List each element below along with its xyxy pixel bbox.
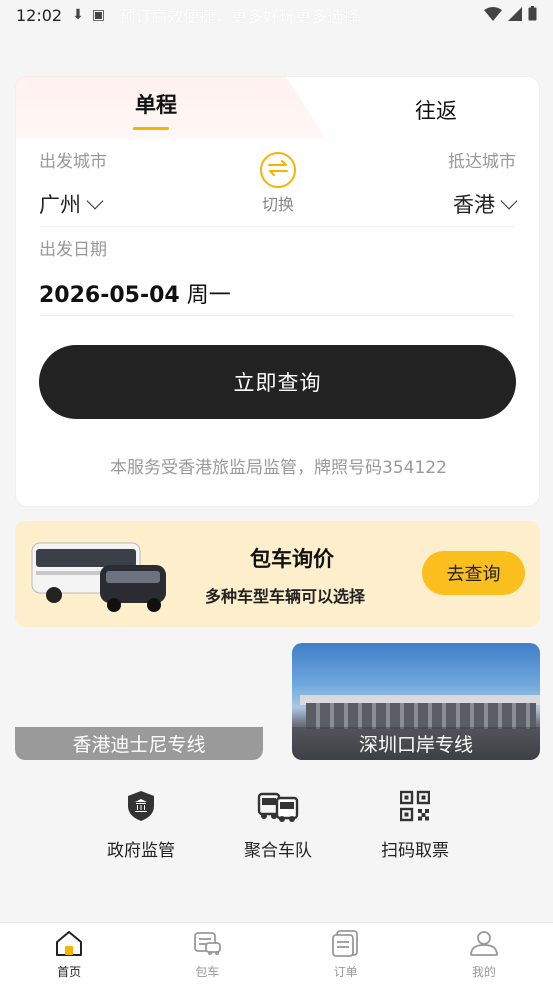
search-button[interactable]: 立即查询 xyxy=(39,345,516,419)
arrival-city-label: 抵达城市 xyxy=(448,152,516,172)
route-label: 深圳口岸专线 xyxy=(292,727,540,760)
departure-date-field[interactable]: 2026-05-04 周一 xyxy=(39,277,231,309)
bottom-nav: 首页 包车 订单 我的 xyxy=(0,922,553,984)
departure-city-value: 广州 xyxy=(39,193,81,217)
divider xyxy=(40,315,514,316)
nav-label: 我的 xyxy=(471,965,496,979)
arrival-city-select[interactable]: 香港 xyxy=(453,189,518,219)
chevron-down-icon xyxy=(500,192,518,210)
status-marquee: 预订高效便捷，更多好玩更多选择 xyxy=(119,7,360,26)
feature-label: 聚合车队 xyxy=(244,841,312,861)
charter-banner[interactable]: 包车询价 多种车型车辆可以选择 去查询 xyxy=(15,521,540,627)
departure-city-select[interactable]: 广州 xyxy=(39,189,104,219)
bus-illustration xyxy=(30,535,170,613)
nav-profile[interactable]: 我的 xyxy=(415,923,553,984)
nav-orders[interactable]: 订单 xyxy=(277,923,415,984)
booking-card: 单程 往返 出发城市 抵达城市 广州 香港 切换 出发日期 2026-05-04… xyxy=(15,76,540,507)
charter-inquire-button[interactable]: 去查询 xyxy=(422,551,525,595)
route-tile-shenzhen[interactable]: 深圳口岸专线 xyxy=(292,643,540,760)
car-icon xyxy=(192,929,222,961)
charter-title: 包车询价 xyxy=(250,547,334,571)
nav-label: 首页 xyxy=(57,965,82,979)
profile-icon xyxy=(469,929,499,961)
battery-icon xyxy=(528,5,537,25)
arrival-city-value: 香港 xyxy=(453,193,495,217)
nav-label: 订单 xyxy=(333,965,358,979)
feature-label: 政府监管 xyxy=(107,841,175,861)
order-icon xyxy=(331,929,361,961)
status-bar: 12:02 ⬇ ▣ 预订高效便捷，更多好玩更多选择 xyxy=(0,0,553,30)
home-icon xyxy=(54,929,84,961)
departure-city-label: 出发城市 xyxy=(39,152,107,172)
swap-label: 切换 xyxy=(261,195,294,214)
qr-code-icon xyxy=(399,790,431,826)
charter-subtitle: 多种车型车辆可以选择 xyxy=(205,587,366,606)
route-label: 香港迪士尼专线 xyxy=(15,727,263,760)
wifi-icon xyxy=(484,6,502,25)
notification-icon: ▣ xyxy=(91,7,106,23)
nav-label: 包车 xyxy=(195,965,220,979)
route-tile-disney[interactable]: 香港迪士尼专线 xyxy=(15,643,263,760)
feature-label: 扫码取票 xyxy=(381,841,449,861)
active-tab-indicator xyxy=(133,127,169,130)
feature-qr-ticket: 扫码取票 xyxy=(375,790,455,861)
bus-fleet-icon xyxy=(257,790,299,826)
license-notice: 本服务受香港旅监局监管，牌照号码354122 xyxy=(110,458,447,478)
signal-icon xyxy=(508,6,522,25)
trip-type-tabs: 单程 往返 xyxy=(16,77,539,139)
download-icon: ⬇ xyxy=(72,7,84,23)
weekday-value: 周一 xyxy=(186,283,231,308)
departure-date-label: 出发日期 xyxy=(39,240,107,260)
chevron-down-icon xyxy=(86,192,104,210)
tab-round-trip[interactable]: 往返 xyxy=(356,79,516,141)
swap-icon xyxy=(267,159,289,181)
nav-home[interactable]: 首页 xyxy=(0,923,138,984)
nav-charter[interactable]: 包车 xyxy=(138,923,276,984)
status-time: 12:02 xyxy=(16,5,63,25)
building-facade xyxy=(306,703,536,729)
date-value: 2026-05-04 xyxy=(39,283,180,308)
shield-icon xyxy=(127,790,155,826)
feature-fleet: 聚合车队 xyxy=(238,790,318,861)
swap-cities-button[interactable] xyxy=(260,152,296,188)
divider xyxy=(40,226,514,227)
feature-government: 政府监管 xyxy=(101,790,181,861)
